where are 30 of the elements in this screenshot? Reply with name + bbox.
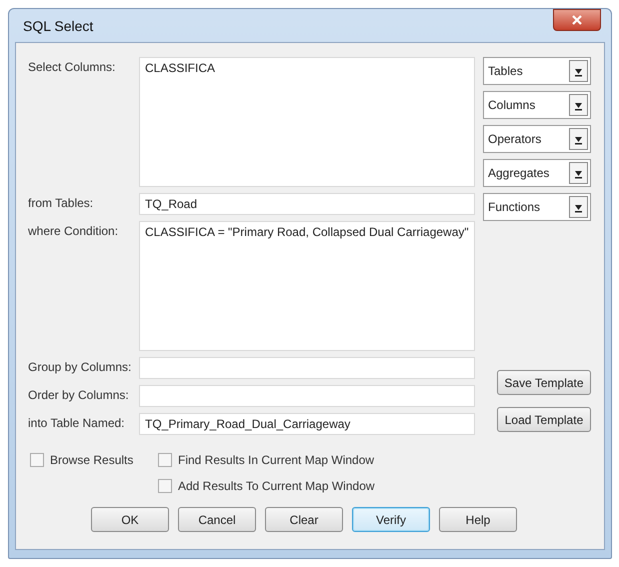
input-field[interactable]: TQ_Road (139, 193, 475, 215)
field-label: Select Columns: (28, 59, 116, 76)
dialog-button[interactable]: Cancel (178, 507, 256, 532)
field-label: into Table Named: (28, 415, 126, 432)
text-area[interactable]: CLASSIFICA = "Primary Road, Collapsed Dual Carriageway" (139, 221, 475, 351)
input-field[interactable] (139, 385, 475, 407)
field-label: Group by Columns: (28, 359, 132, 376)
field-label: where Condition: (28, 223, 120, 240)
dropdown[interactable]: Aggregates (483, 159, 591, 187)
dropdown[interactable]: Tables (483, 57, 591, 85)
field-label: from Tables: (28, 195, 94, 212)
text-area[interactable]: CLASSIFICA (139, 57, 475, 187)
template-button[interactable]: Save Template (497, 370, 591, 395)
checkbox[interactable]: Browse Results (30, 453, 158, 467)
dropdown[interactable]: Columns (483, 91, 591, 119)
checkbox[interactable]: Add Results To Current Map Window (158, 479, 592, 493)
dialog-button[interactable]: Help (439, 507, 517, 532)
close-button[interactable] (553, 9, 601, 31)
dialog-button[interactable]: Clear (265, 507, 343, 532)
checkbox[interactable]: Find Results In Current Map Window (158, 453, 592, 467)
template-button[interactable]: Load Template (497, 407, 591, 432)
dialog-button[interactable]: OK (91, 507, 169, 532)
field-label: Order by Columns: (28, 387, 130, 404)
input-field[interactable] (139, 357, 475, 379)
window-title: SQL Select (22, 18, 94, 34)
dialog-button[interactable]: Verify (352, 507, 430, 532)
dropdown[interactable]: Functions (483, 193, 591, 221)
input-field[interactable]: TQ_Primary_Road_Dual_Carriageway (139, 413, 475, 435)
dropdown[interactable]: Operators (483, 125, 591, 153)
close-icon (572, 15, 582, 25)
